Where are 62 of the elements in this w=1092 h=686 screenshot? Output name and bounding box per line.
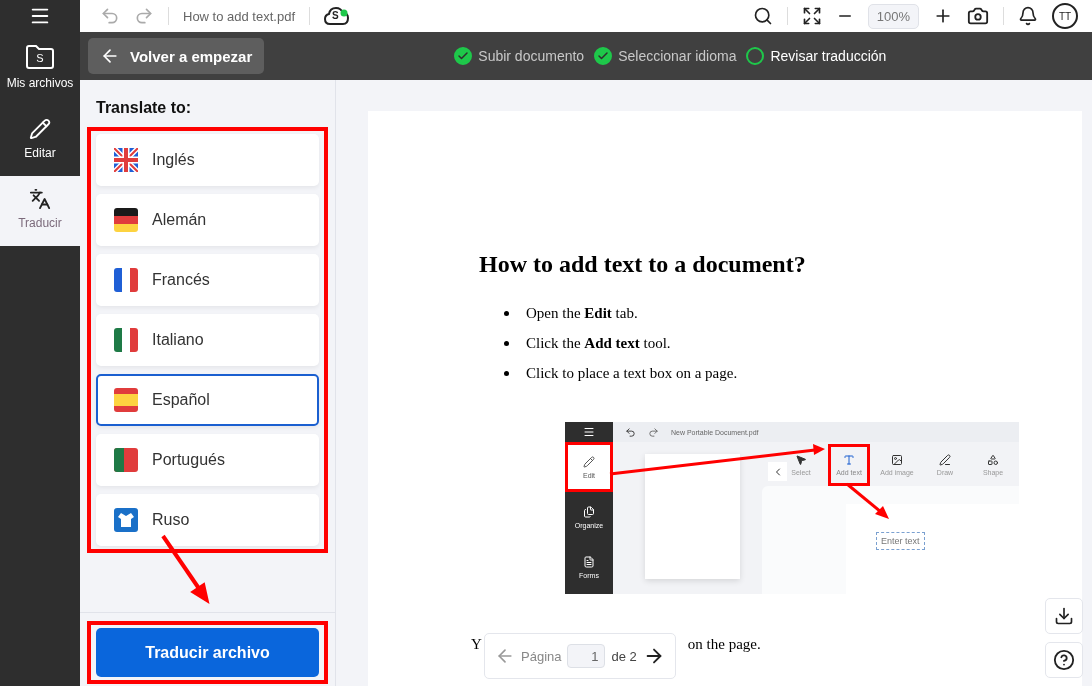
language-option[interactable]: Italiano (96, 314, 319, 366)
page-label: Página (521, 648, 562, 664)
pencil-icon (29, 118, 51, 140)
panel-heading: Translate to: (96, 99, 193, 117)
pencil-icon (583, 455, 595, 468)
language-option[interactable]: Español (96, 374, 319, 426)
language-option[interactable]: Ruso (96, 494, 319, 546)
zoom-field[interactable]: 100% (867, 3, 919, 29)
redo-icon (648, 426, 659, 438)
pages-icon (583, 505, 595, 518)
text-icon (843, 454, 855, 466)
paragraph-text: Y (471, 636, 482, 653)
shapes-icon (987, 454, 999, 466)
document-title: How to add text to a document? (479, 251, 807, 278)
language-option[interactable]: Alemán (96, 194, 319, 246)
search-icon[interactable] (752, 6, 773, 26)
bullet-icon (504, 370, 509, 376)
download-button[interactable] (1045, 598, 1083, 634)
user-avatar[interactable]: TT (1052, 3, 1078, 29)
language-label: Italiano (152, 331, 204, 349)
translate-button[interactable]: Traducir archivo (96, 628, 319, 677)
language-option[interactable]: Inglés (96, 134, 319, 186)
step-label: Subir documento (478, 48, 585, 64)
camera-icon[interactable] (967, 5, 989, 27)
download-icon (1054, 606, 1074, 626)
bullet-text: Open the Edit tab. (526, 304, 638, 322)
image-icon (891, 454, 903, 466)
language-label: Ruso (152, 511, 190, 529)
bell-icon[interactable] (1018, 6, 1038, 26)
nav-item[interactable]: Traducir (0, 176, 80, 246)
language-option[interactable]: Francés (96, 254, 319, 306)
bullet-text: Click to place a text box on a page. (526, 364, 738, 382)
page-total: de 2 (611, 648, 637, 664)
bullet-icon (504, 310, 509, 316)
document-icon (583, 555, 595, 568)
back-button[interactable]: Volver a empezar (88, 38, 265, 74)
undo-icon (625, 426, 636, 438)
nav-item[interactable]: Editar (0, 106, 80, 176)
language-label: Español (152, 391, 210, 409)
file-name: How to add text.pdf (183, 8, 295, 24)
bullet-icon (504, 340, 509, 346)
language-option[interactable]: Portugués (96, 434, 319, 486)
cloud-icon[interactable]: S (324, 6, 350, 26)
bullet-text: Click the Add text tool. (526, 334, 671, 352)
menu-icon (583, 426, 595, 438)
language-label: Portugués (152, 451, 225, 469)
translate-icon (29, 188, 51, 210)
fit-page-icon[interactable] (801, 6, 822, 26)
language-label: Alemán (152, 211, 207, 229)
folder-icon: S (25, 44, 55, 70)
language-label: Francés (152, 271, 210, 289)
step-label: Revisar traducción (770, 48, 887, 64)
language-label: Inglés (152, 151, 195, 169)
text-box: Enter text (876, 532, 925, 550)
help-icon (1053, 649, 1075, 671)
nav-item[interactable]: S Mis archivos (0, 32, 80, 106)
page-number-field[interactable]: 1 (567, 644, 606, 668)
help-button[interactable] (1045, 642, 1083, 678)
paragraph-text: on the page. (687, 636, 761, 653)
pen-icon (939, 454, 951, 466)
cursor-icon (795, 454, 807, 466)
step-label: Seleccionar idioma (618, 48, 737, 64)
